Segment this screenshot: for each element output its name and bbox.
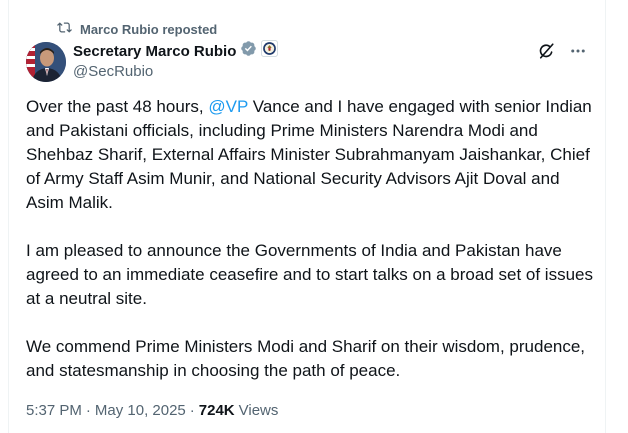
mention-link[interactable]: @VP [208,97,248,116]
repost-icon [57,20,72,38]
avatar[interactable] [26,42,66,82]
post-paragraph-2: I am pleased to announce the Governments… [26,241,593,308]
more-icon[interactable] [569,42,587,60]
verified-gray-badge-icon[interactable] [240,40,257,62]
views-label: Views [238,402,279,419]
post-time[interactable]: 5:37 PM [26,402,82,419]
author-handle[interactable]: @SecRubio [73,63,278,80]
author-name[interactable]: Secretary Marco Rubio [73,43,236,60]
repost-header[interactable]: Marco Rubio reposted [57,20,217,38]
post-paragraph-1: Over the past 48 hours, @VP Vance and I … [26,97,592,212]
post-card: Marco Rubio reposted Secretary Marco Rub… [8,0,606,433]
meta-separator: · [189,402,195,419]
us-seal-icon[interactable] [261,40,279,62]
post-meta: 5:37 PM · May 10, 2025 · 724K Views [26,402,278,419]
post-body: Over the past 48 hours, @VP Vance and I … [26,95,601,407]
meta-separator: · [85,402,91,419]
author-block: Secretary Marco Rubio @SecRubio [73,40,279,80]
grok-icon[interactable] [537,42,555,60]
views-count: 724K [198,402,235,419]
post-actions [537,42,587,60]
post-date[interactable]: May 10, 2025 [95,402,186,419]
post-paragraph-3: We commend Prime Ministers Modi and Shar… [26,337,586,380]
repost-label: Marco Rubio reposted [80,21,218,37]
